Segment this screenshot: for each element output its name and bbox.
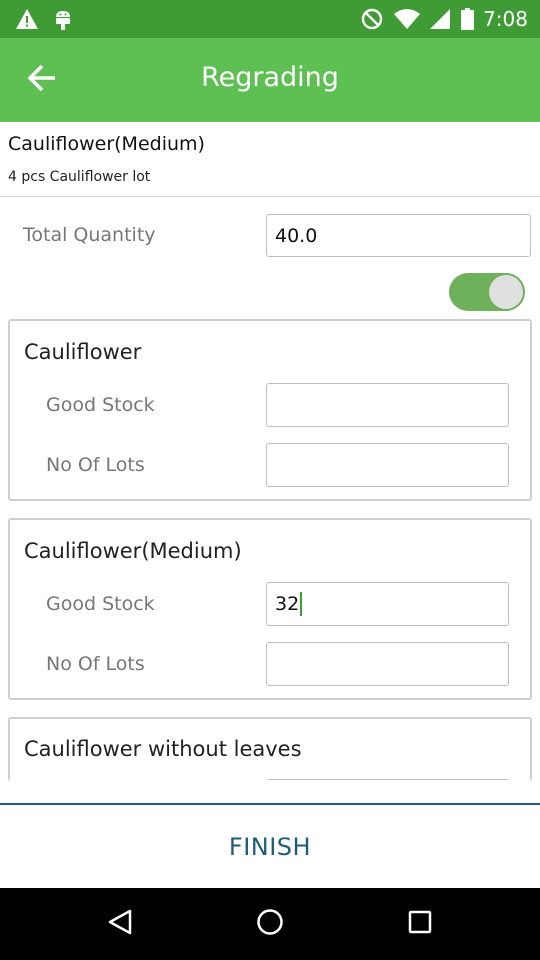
text-cursor: [300, 592, 303, 616]
no-of-lots-label: No Of Lots: [46, 653, 145, 675]
nav-recents-button[interactable]: [400, 904, 440, 944]
status-time: 7:08: [483, 7, 528, 31]
divider: [0, 196, 540, 197]
page-title: Regrading: [201, 62, 339, 93]
wifi-icon: [392, 8, 422, 30]
do-not-disturb-icon: [360, 8, 384, 30]
back-triangle-icon: [106, 908, 134, 940]
grade-card-cauliflower: Cauliflower Good Stock No Of Lots: [8, 319, 532, 501]
grade-card-cauliflower-medium: Cauliflower(Medium) Good Stock 32 No Of …: [8, 518, 532, 700]
total-quantity-label: Total Quantity: [23, 224, 156, 246]
nav-home-button[interactable]: [250, 904, 290, 944]
total-quantity-value: 40.0: [275, 224, 318, 247]
regrade-toggle[interactable]: [449, 273, 525, 311]
card-title: Cauliflower(Medium): [24, 539, 242, 563]
product-subtitle: 4 pcs Cauliflower lot: [8, 169, 151, 185]
warning-icon: [14, 8, 40, 30]
card-title: Cauliflower without leaves: [24, 737, 302, 761]
grade-card-cauliflower-without-leaves: Cauliflower without leaves: [8, 717, 532, 781]
battery-icon: [460, 8, 474, 30]
card-title: Cauliflower: [24, 340, 142, 364]
good-stock-label: Good Stock: [46, 593, 155, 615]
nav-back-button[interactable]: [100, 904, 140, 944]
no-of-lots-field[interactable]: [266, 443, 509, 487]
status-bar: 7:08: [0, 0, 540, 38]
app-bar: Regrading: [0, 38, 540, 122]
no-of-lots-field[interactable]: [266, 642, 509, 686]
good-stock-value: 32: [275, 593, 300, 615]
android-icon: [52, 8, 74, 30]
good-stock-field[interactable]: [266, 383, 509, 427]
total-quantity-field[interactable]: 40.0: [266, 214, 531, 257]
product-name: Cauliflower(Medium): [8, 133, 205, 155]
finish-button[interactable]: FINISH: [0, 805, 540, 888]
good-stock-label: Good Stock: [46, 394, 155, 416]
navigation-bar: [0, 888, 540, 960]
home-circle-icon: [256, 908, 284, 940]
signal-icon: [428, 8, 452, 30]
good-stock-field[interactable]: 32: [266, 582, 509, 626]
recents-square-icon: [407, 909, 433, 939]
no-of-lots-label: No Of Lots: [46, 454, 145, 476]
good-stock-field-edge[interactable]: [268, 779, 508, 780]
toggle-knob: [489, 275, 523, 309]
